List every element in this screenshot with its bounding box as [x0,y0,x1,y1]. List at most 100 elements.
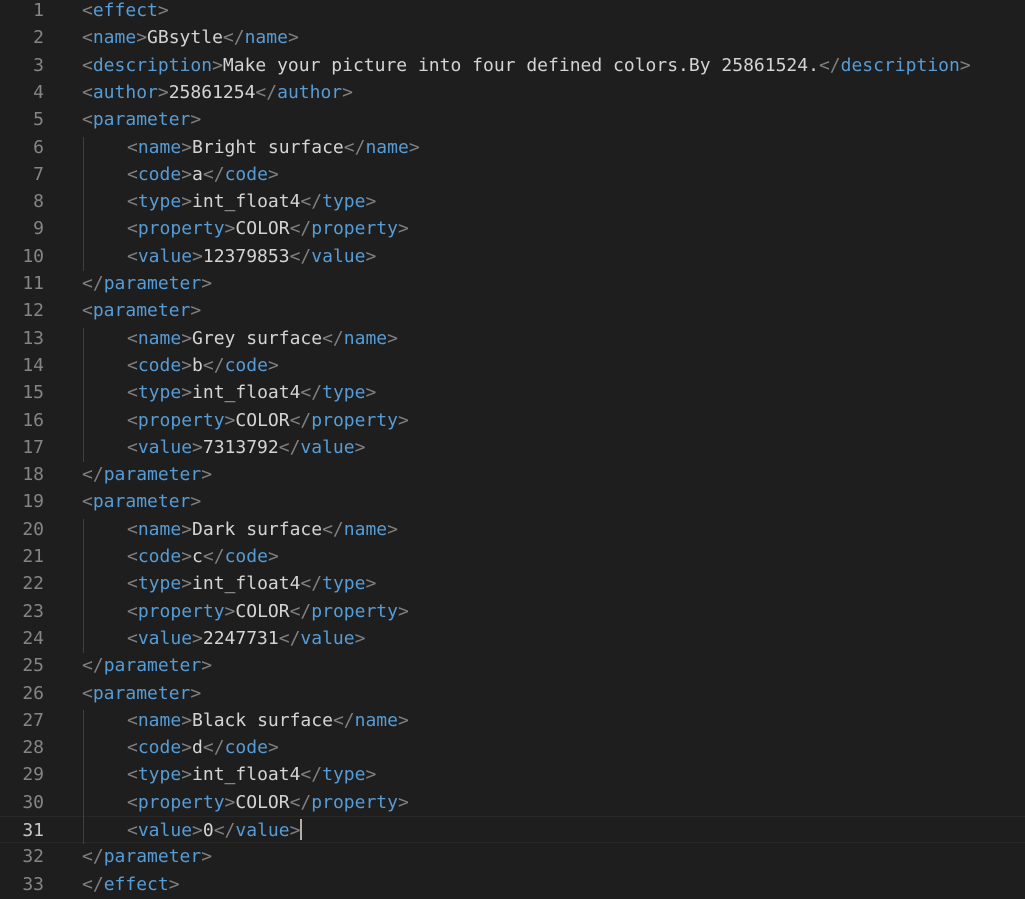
line-number: 32 [22,846,44,868]
tag-bracket: < [127,573,138,595]
code-line[interactable]: 17 <value>7313792</value> [0,434,1025,461]
tag-bracket: > [365,191,377,213]
tag-name: name [137,327,182,349]
code-line[interactable]: 2 <name>GBsytle</name> [0,24,1025,51]
tag-text: 0 [202,820,214,841]
code-line[interactable]: 33 </effect> [0,871,1025,898]
line-number: 17 [22,436,44,458]
code-content: <type>int_float4</type> [127,188,376,215]
code-line[interactable]: 30 <property>COLOR</property> [0,789,1025,816]
code-line[interactable]: 25 </parameter> [0,652,1025,679]
code-line[interactable]: 21 <code>c</code> [0,543,1025,570]
tag-bracket: </ [278,627,301,649]
code-line[interactable]: 4 <author>25861254</author> [0,79,1025,106]
code-line[interactable]: 27 <name>Black surface</name> [0,707,1025,734]
tag-bracket: </ [289,791,312,813]
tag-bracket: < [127,546,138,567]
line-number: 8 [33,191,44,213]
code-line[interactable]: 5 <parameter> [0,106,1025,133]
code-content: <code>c</code> [127,543,279,570]
code-line[interactable]: 13 <name>Grey surface</name> [0,325,1025,352]
tag-bracket: > [192,820,203,841]
indent-guide [83,518,84,654]
code-content: <parameter> [82,680,201,707]
code-content: <effect> [82,0,169,24]
code-line[interactable]: 18 </parameter> [0,461,1025,488]
tag-name: name [137,136,182,158]
code-line[interactable]: 1 <effect> [0,0,1025,24]
indent-guide [83,709,84,845]
line-number: 9 [33,218,44,240]
tag-name: value [137,627,193,649]
tag-text: COLOR [235,600,290,622]
tag-bracket: </ [82,655,104,677]
tag-bracket: > [181,518,193,540]
tag-bracket: < [127,791,138,813]
tag-text: int_float4 [192,382,301,404]
code-line[interactable]: 7 <code>a</code> [0,161,1025,188]
tag-name: name [343,518,388,540]
code-line[interactable]: 11 </parameter> [0,270,1025,297]
tag-name: code [224,546,268,567]
tag-bracket: > [181,382,193,404]
tag-text: 25861254 [168,81,256,103]
tag-name: type [322,191,366,213]
tag-text: int_float4 [192,764,301,786]
code-content: </parameter> [82,461,212,488]
tag-bracket: > [190,109,202,131]
code-editor[interactable]: 1 <effect> 2 <name>GBsytle</name> 3 <descript… [0,0,1025,899]
tag-name: effect [92,0,158,21]
code-line[interactable]: 3 <description>Make your picture into fou… [0,52,1025,79]
tag-bracket: > [397,600,409,622]
tag-name: name [137,518,182,540]
code-content: <code>a</code> [127,161,279,188]
code-line[interactable]: 8 <type>int_float4</type> [0,188,1025,215]
tag-name: code [137,163,182,185]
tag-bracket: > [267,737,279,759]
line-number: 14 [22,354,44,376]
line-number: 30 [22,791,44,813]
code-line[interactable]: 31 <value>0</value> [0,816,1025,844]
tag-bracket: </ [213,820,236,841]
code-line[interactable]: 9 <property>COLOR</property> [0,215,1025,242]
tag-name: property [311,409,398,431]
code-content: <name>Dark surface</name> [127,516,398,543]
code-line[interactable]: 19 <parameter> [0,488,1025,515]
tag-bracket: > [342,81,353,103]
code-line[interactable]: 12 <parameter> [0,297,1025,324]
line-number: 10 [22,245,44,267]
tag-bracket: < [82,81,93,103]
tag-bracket: < [127,518,138,540]
code-line[interactable]: 26 <parameter> [0,680,1025,707]
tag-bracket: </ [332,709,355,731]
tag-text: Dark surface [192,518,323,540]
code-line[interactable]: 24 <value>2247731</value> [0,625,1025,652]
code-line[interactable]: 23 <property>COLOR</property> [0,598,1025,625]
tag-bracket: < [127,409,138,431]
tag-name: property [137,218,225,240]
tag-bracket: < [127,382,138,404]
code-line[interactable]: 22 <type>int_float4</type> [0,570,1025,597]
code-line[interactable]: 6 <name>Bright surface</name> [0,134,1025,161]
code-line[interactable]: 29 <type>int_float4</type> [0,761,1025,788]
code-line[interactable]: 16 <property>COLOR</property> [0,407,1025,434]
tag-bracket: < [127,764,138,786]
code-line[interactable]: 28 <code>d</code> [0,734,1025,761]
code-line[interactable]: 32 </parameter> [0,843,1025,870]
code-content: </parameter> [82,270,212,297]
tag-bracket: </ [300,191,323,213]
code-line[interactable]: 15 <type>int_float4</type> [0,379,1025,406]
line-number: 29 [22,764,44,786]
tag-bracket: </ [300,573,323,595]
tag-name: property [137,791,225,813]
line-number: 12 [22,300,44,322]
tag-bracket: > [267,546,279,567]
code-line[interactable]: 10 <value>12379853</value> [0,243,1025,270]
code-line[interactable]: 14 <code>b</code> [0,352,1025,379]
tag-bracket: > [181,764,193,786]
code-line[interactable]: 20 <name>Dark surface</name> [0,516,1025,543]
tag-bracket: > [201,464,213,486]
tag-name: name [365,136,409,158]
tag-bracket: > [181,573,193,595]
line-number: 16 [22,409,44,431]
